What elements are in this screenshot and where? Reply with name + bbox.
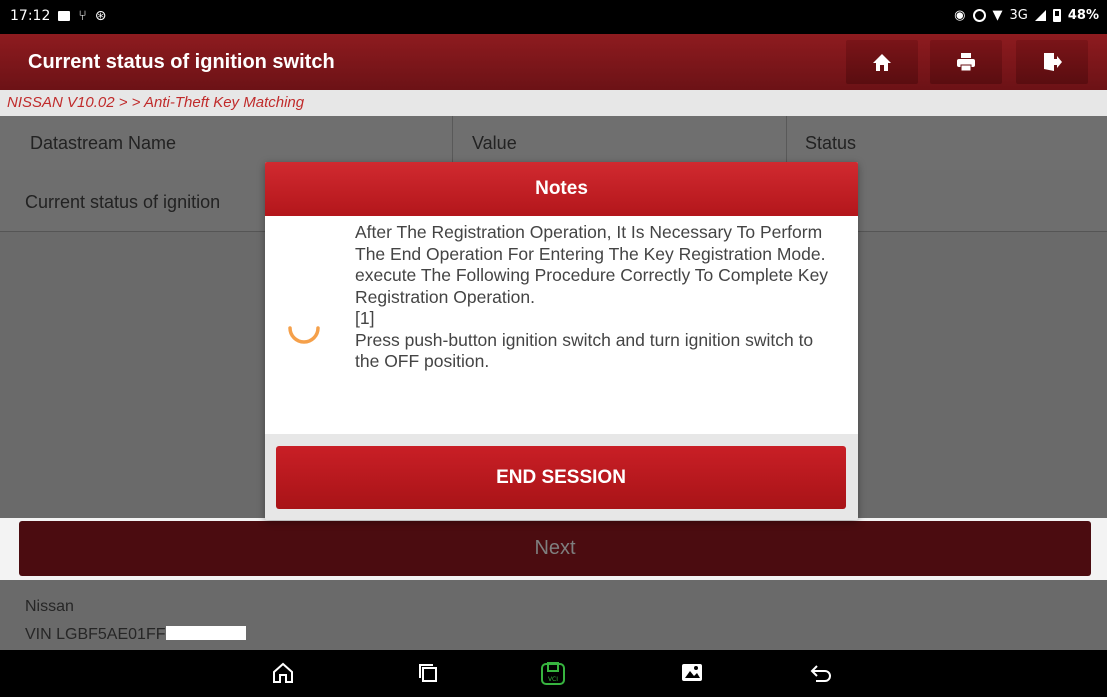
redaction-box xyxy=(165,626,246,640)
battery-icon xyxy=(1052,9,1061,22)
system-nav-bar: VCI xyxy=(0,650,1107,697)
image-icon xyxy=(58,11,71,21)
dialog-title: Notes xyxy=(265,162,858,216)
home-button[interactable] xyxy=(846,40,918,84)
next-button[interactable]: Next xyxy=(19,521,1091,576)
status-bar: 17:12 ⑂ ⊛ ◉ ▼ 3G 48% xyxy=(0,0,1107,34)
exit-icon xyxy=(1044,53,1062,71)
signal-icon xyxy=(1034,10,1046,21)
back-icon[interactable] xyxy=(810,661,832,685)
column-header-value: Value xyxy=(472,133,517,153)
page-title: Current status of ignition switch xyxy=(28,51,335,73)
wifi-icon: ▼ xyxy=(992,8,1003,23)
bluetooth-icon: ⊛ xyxy=(94,8,107,24)
print-icon xyxy=(957,53,975,72)
vehicle-info: Nissan VIN LGBF5AE01FF xyxy=(0,580,1107,650)
location-icon: ◉ xyxy=(954,8,966,23)
home-icon xyxy=(873,54,891,71)
exit-button[interactable] xyxy=(1016,40,1088,84)
network-type: 3G xyxy=(1009,8,1028,23)
recents-icon[interactable] xyxy=(417,661,439,685)
app-header: Current status of ignition switch xyxy=(0,34,1107,90)
column-header-status: Status xyxy=(805,133,857,153)
notes-dialog: Notes After The Registration Operation, … xyxy=(265,162,858,520)
loading-spinner-icon xyxy=(288,326,320,344)
message-line: execute The Following Procedure Correctl… xyxy=(355,265,829,307)
message-line: After The Registration Operation, It Is … xyxy=(355,222,826,264)
usb-icon: ⑂ xyxy=(78,8,87,24)
svg-text:VCI: VCI xyxy=(548,676,558,683)
clock: 17:12 xyxy=(10,8,51,24)
vehicle-brand: Nissan xyxy=(25,598,74,615)
vin-line: VIN LGBF5AE01FF xyxy=(25,626,246,644)
home-nav-icon[interactable] xyxy=(272,661,294,685)
vci-icon[interactable]: VCI xyxy=(540,661,566,687)
breadcrumb: NISSAN V10.02 > > Anti-Theft Key Matchin… xyxy=(0,90,1107,116)
battery-level: 48% xyxy=(1067,8,1099,23)
print-button[interactable] xyxy=(930,40,1002,84)
column-header-name: Datastream Name xyxy=(30,133,177,153)
dialog-body: After The Registration Operation, It Is … xyxy=(265,216,858,434)
message-line: Press push-button ignition switch and tu… xyxy=(355,329,814,372)
dnd-icon xyxy=(972,9,986,22)
message-line: [1] xyxy=(355,308,375,328)
gallery-icon[interactable] xyxy=(681,661,703,685)
row-name: Current status of ignition xyxy=(25,192,221,212)
dialog-message: After The Registration Operation, It Is … xyxy=(355,222,835,373)
end-session-button[interactable]: END SESSION xyxy=(276,446,846,509)
vin-value: VIN LGBF5AE01FF xyxy=(25,626,166,643)
